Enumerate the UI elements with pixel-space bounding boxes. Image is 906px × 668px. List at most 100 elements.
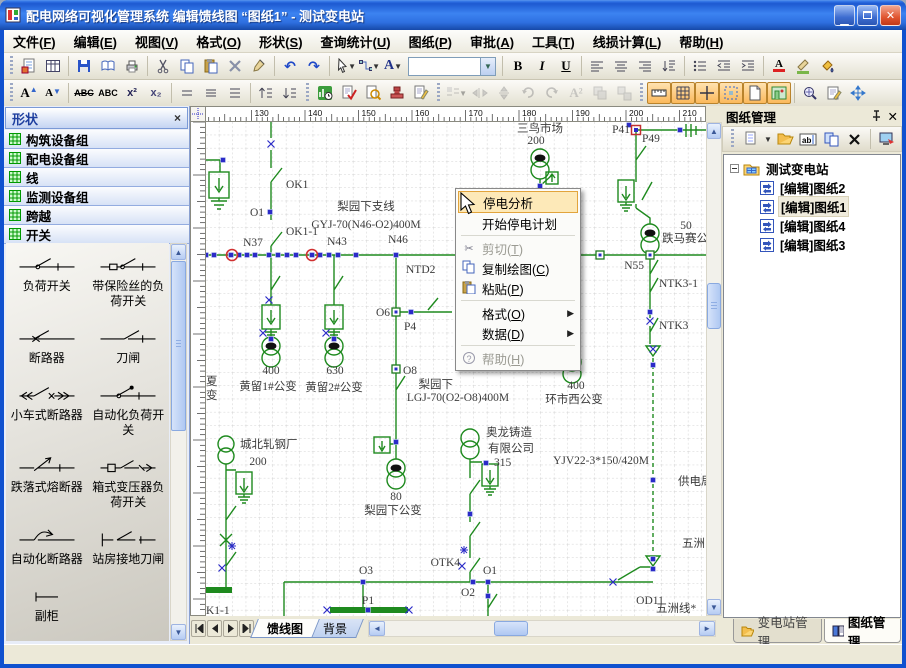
guides-toggle[interactable] xyxy=(695,82,719,104)
tree-item-1[interactable]: [编辑]图纸2 xyxy=(724,178,900,197)
stencil-item-7[interactable]: 跌落式熔断器 xyxy=(6,456,88,510)
next-sheet-button[interactable] xyxy=(223,620,238,637)
ruler-toggle[interactable] xyxy=(647,82,671,104)
italic-button[interactable]: I xyxy=(530,55,554,77)
indent-button[interactable] xyxy=(736,55,760,77)
stencil-item-8[interactable]: 箱式变压器负荷开关 xyxy=(88,456,170,510)
shape-group-1[interactable]: 构筑设备组 xyxy=(4,130,189,149)
rotate-right-button[interactable] xyxy=(540,82,564,104)
stencil-scroll-thumb[interactable] xyxy=(171,261,186,431)
font-combo-dropdown-icon[interactable]: ▼ xyxy=(480,58,495,75)
font-color-button[interactable]: A xyxy=(767,55,791,77)
minimize-button[interactable]: ▁ xyxy=(834,5,855,26)
line-spacing-3-button[interactable] xyxy=(223,82,247,104)
context-menu-item-4[interactable]: ✂剪切(T) xyxy=(458,238,578,258)
tree-item-4[interactable]: [编辑]图纸3 xyxy=(724,235,900,254)
stencil-item-5[interactable]: 小车式断路器 xyxy=(6,384,88,438)
sheet-tab-1[interactable]: 馈线图 xyxy=(250,619,320,638)
text-tool-button[interactable]: A▼ xyxy=(381,55,405,77)
pin-icon[interactable] xyxy=(870,110,882,122)
tree-item-3[interactable]: [编辑]图纸4 xyxy=(724,216,900,235)
copy-drawing-button[interactable] xyxy=(821,129,841,149)
rotate-left-button[interactable] xyxy=(516,82,540,104)
highlight-button[interactable] xyxy=(791,55,815,77)
hscroll-thumb[interactable] xyxy=(494,621,528,636)
export-button[interactable] xyxy=(877,129,897,149)
delete-drawing-button[interactable] xyxy=(844,129,864,149)
map-toggle[interactable] xyxy=(767,82,791,104)
print-preview-button[interactable] xyxy=(96,55,120,77)
rename-button[interactable]: ab xyxy=(798,129,818,149)
spacing-increase-button[interactable] xyxy=(254,82,278,104)
prev-sheet-button[interactable] xyxy=(207,620,222,637)
align-right-button[interactable] xyxy=(633,55,657,77)
tree-root[interactable]: 测试变电站 xyxy=(724,159,900,178)
align-left-button[interactable] xyxy=(585,55,609,77)
context-menu-item-11[interactable]: ?帮助(H) xyxy=(458,348,578,368)
table-tool-button[interactable] xyxy=(41,55,65,77)
scroll-right-icon[interactable]: ► xyxy=(699,621,715,636)
undo-button[interactable]: ↶ xyxy=(278,55,302,77)
stencil-item-4[interactable]: 刀闸 xyxy=(88,327,170,366)
scroll-down-icon[interactable]: ▼ xyxy=(707,599,721,615)
vertical-scrollbar[interactable]: ▲ ▼ xyxy=(706,122,722,616)
bold-button[interactable]: B xyxy=(506,55,530,77)
shapes-close-icon[interactable]: × xyxy=(174,111,181,125)
strikethrough-button[interactable]: ABC xyxy=(72,82,96,104)
stencil-item-2[interactable]: 带保险丝的负荷开关 xyxy=(88,255,170,309)
context-menu-item-6[interactable]: 粘贴(P) xyxy=(458,278,578,298)
new-drawing-button[interactable] xyxy=(741,129,761,149)
panel-tab-2[interactable]: 图纸管理 xyxy=(824,619,901,643)
close-button[interactable]: ✕ xyxy=(880,5,901,26)
superscript-button[interactable]: x² xyxy=(120,82,144,104)
menu-A[interactable]: 审批(A) xyxy=(461,30,523,53)
shape-group-5[interactable]: 跨越 xyxy=(4,206,189,225)
shape-group-3[interactable]: 线 xyxy=(4,168,189,187)
menu-V[interactable]: 视图(V) xyxy=(126,30,187,53)
font-combobox[interactable]: ▼ xyxy=(408,57,496,76)
new-drawing-button[interactable] xyxy=(17,55,41,77)
print-button[interactable] xyxy=(120,55,144,77)
menu-O[interactable]: 格式(O) xyxy=(187,30,250,53)
menu-E[interactable]: 编辑(E) xyxy=(65,30,126,53)
scroll-left-icon[interactable]: ◄ xyxy=(369,621,385,636)
context-menu-item-8[interactable]: 格式(O)▶ xyxy=(458,303,578,323)
rotate-text-button[interactable]: A² xyxy=(564,82,588,104)
fill-color-button[interactable] xyxy=(815,55,839,77)
panel-tab-1[interactable]: 变电站管理 xyxy=(733,619,822,643)
analysis-button[interactable] xyxy=(313,82,337,104)
menu-L[interactable]: 线损计算(L) xyxy=(584,30,671,53)
menu-U[interactable]: 查询统计(U) xyxy=(312,30,400,53)
ungroup-button[interactable] xyxy=(612,82,636,104)
font-combo-input[interactable] xyxy=(409,58,480,75)
drawings-close-icon[interactable]: ✕ xyxy=(888,109,898,124)
stencil-item-6[interactable]: 自动化负荷开关 xyxy=(88,384,170,438)
align-shapes-button[interactable]: ▼ xyxy=(444,82,468,104)
stencil-item-11[interactable]: 副柜 xyxy=(6,585,88,624)
stamp-button[interactable] xyxy=(385,82,409,104)
new-drawing-dropdown-icon[interactable]: ▼ xyxy=(764,135,772,144)
line-spacing-2-button[interactable] xyxy=(199,82,223,104)
underline-button[interactable]: U xyxy=(554,55,578,77)
menu-T[interactable]: 工具(T) xyxy=(523,30,584,53)
vscroll-thumb[interactable] xyxy=(707,283,721,329)
shape-group-6[interactable]: 开关 xyxy=(4,225,189,244)
connector-tool-button[interactable]: ▼ xyxy=(357,55,381,77)
text-direction-button[interactable] xyxy=(657,55,681,77)
stencil-item-9[interactable]: 自动化断路器 xyxy=(6,528,88,567)
search-doc-button[interactable] xyxy=(361,82,385,104)
line-spacing-1-button[interactable] xyxy=(175,82,199,104)
flip-horizontal-button[interactable] xyxy=(468,82,492,104)
restore-button[interactable] xyxy=(857,5,878,26)
menu-P[interactable]: 图纸(P) xyxy=(400,30,461,53)
pointer-tool-button[interactable]: ▼ xyxy=(333,55,357,77)
shape-group-2[interactable]: 配电设备组 xyxy=(4,149,189,168)
context-menu-item-5[interactable]: 复制绘图(C) xyxy=(458,258,578,278)
cut-button[interactable] xyxy=(151,55,175,77)
zoom-tool-button[interactable] xyxy=(798,82,822,104)
redo-button[interactable]: ↷ xyxy=(302,55,326,77)
grid-toggle[interactable] xyxy=(671,82,695,104)
edit-doc-button[interactable] xyxy=(409,82,433,104)
format-painter-button[interactable] xyxy=(247,55,271,77)
tree-item-2[interactable]: [编辑]图纸1 xyxy=(724,197,900,216)
